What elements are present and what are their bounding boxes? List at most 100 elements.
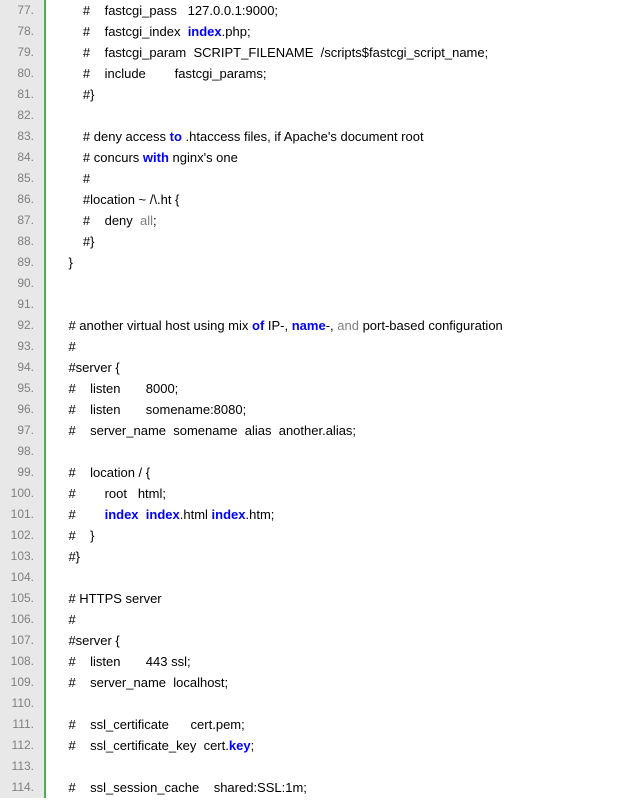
token: # another virtual host using mix: [68, 318, 252, 333]
token: }: [68, 255, 72, 270]
code-content: #}: [46, 231, 94, 252]
code-content: # fastcgi_param SCRIPT_FILENAME /scripts…: [46, 42, 488, 63]
token: #: [68, 507, 104, 522]
line-number: 107.: [0, 630, 46, 651]
line-number: 86.: [0, 189, 46, 210]
line-number: 80.: [0, 63, 46, 84]
code-line: 95. # listen 8000;: [0, 378, 644, 399]
token: .html: [180, 507, 212, 522]
token: index: [188, 24, 222, 39]
code-content: # server_name localhost;: [46, 672, 228, 693]
code-line: 83. # deny access to .htaccess files, if…: [0, 126, 644, 147]
code-line: 87. # deny all;: [0, 210, 644, 231]
line-number: 100.: [0, 483, 46, 504]
line-number: 91.: [0, 294, 46, 315]
code-line: 88. #}: [0, 231, 644, 252]
line-number: 113.: [0, 756, 46, 777]
line-number: 98.: [0, 441, 46, 462]
code-line: 102. # }: [0, 525, 644, 546]
line-number: 103.: [0, 546, 46, 567]
code-line: 99. # location / {: [0, 462, 644, 483]
line-number: 108.: [0, 651, 46, 672]
token: #server {: [68, 360, 119, 375]
line-number: 104.: [0, 567, 46, 588]
code-line: 112. # ssl_certificate_key cert.key;: [0, 735, 644, 756]
line-number: 84.: [0, 147, 46, 168]
code-content: #server {: [46, 357, 120, 378]
code-content: # concurs with nginx's one: [46, 147, 238, 168]
line-number: 90.: [0, 273, 46, 294]
code-content: # fastcgi_index index.php;: [46, 21, 251, 42]
code-line: 101. # index index.html index.htm;: [0, 504, 644, 525]
line-number: 112.: [0, 735, 46, 756]
token: # deny: [83, 213, 140, 228]
code-content: # another virtual host using mix of IP-,…: [46, 315, 503, 336]
code-content: }: [46, 252, 73, 273]
line-number: 102.: [0, 525, 46, 546]
code-line: 82.: [0, 105, 644, 126]
code-line: 90.: [0, 273, 644, 294]
line-number: 111.: [0, 714, 46, 735]
line-number: 78.: [0, 21, 46, 42]
code-content: #: [46, 168, 90, 189]
code-content: # listen somename:8080;: [46, 399, 246, 420]
token: key: [229, 738, 251, 753]
code-line: 104.: [0, 567, 644, 588]
token: # concurs: [83, 150, 143, 165]
code-content: # location / {: [46, 462, 150, 483]
code-line: 109. # server_name localhost;: [0, 672, 644, 693]
line-number: 92.: [0, 315, 46, 336]
code-line: 100. # root html;: [0, 483, 644, 504]
code-line: 91.: [0, 294, 644, 315]
code-line: 93. #: [0, 336, 644, 357]
token: with: [143, 150, 169, 165]
token: # fastcgi_param SCRIPT_FILENAME /scripts…: [83, 45, 488, 60]
code-line: 96. # listen somename:8080;: [0, 399, 644, 420]
token: # ssl_session_cache shared:SSL:1m;: [68, 780, 306, 795]
code-line: 89. }: [0, 252, 644, 273]
code-line: 78. # fastcgi_index index.php;: [0, 21, 644, 42]
token: # listen 443 ssl;: [68, 654, 190, 669]
token: of: [252, 318, 264, 333]
token: #}: [83, 87, 95, 102]
line-number: 94.: [0, 357, 46, 378]
code-line: 108. # listen 443 ssl;: [0, 651, 644, 672]
code-content: # fastcgi_pass 127.0.0.1:9000;: [46, 0, 278, 21]
token: # ssl_certificate_key cert.: [68, 738, 228, 753]
line-number: 97.: [0, 420, 46, 441]
line-number: 109.: [0, 672, 46, 693]
token: # include fastcgi_params;: [83, 66, 267, 81]
code-content: # deny access to .htaccess files, if Apa…: [46, 126, 424, 147]
code-content: #}: [46, 84, 94, 105]
code-line: 106. #: [0, 609, 644, 630]
token: .htm;: [246, 507, 275, 522]
token: -,: [326, 318, 334, 333]
token: nginx's one: [169, 150, 238, 165]
line-number: 96.: [0, 399, 46, 420]
token: index: [146, 507, 180, 522]
line-number: 105.: [0, 588, 46, 609]
code-editor: 77. # fastcgi_pass 127.0.0.1:9000;78. # …: [0, 0, 644, 798]
line-number: 93.: [0, 336, 46, 357]
token: #server {: [68, 633, 119, 648]
token: # ssl_certificate cert.pem;: [68, 717, 244, 732]
token: # server_name localhost;: [68, 675, 228, 690]
token: #}: [68, 549, 80, 564]
line-number: 88.: [0, 231, 46, 252]
line-number: 95.: [0, 378, 46, 399]
token: # }: [68, 528, 94, 543]
code-line: 103. #}: [0, 546, 644, 567]
line-number: 79.: [0, 42, 46, 63]
token: #location ~ /\.ht {: [83, 192, 179, 207]
token: #: [68, 612, 75, 627]
code-content: #}: [46, 546, 80, 567]
token: #: [83, 171, 90, 186]
code-content: #: [46, 609, 76, 630]
token: IP-,: [264, 318, 291, 333]
token: .php;: [222, 24, 251, 39]
token: #}: [83, 234, 95, 249]
line-number: 114.: [0, 777, 46, 798]
token: # location / {: [68, 465, 150, 480]
code-line: 110.: [0, 693, 644, 714]
line-number: 87.: [0, 210, 46, 231]
